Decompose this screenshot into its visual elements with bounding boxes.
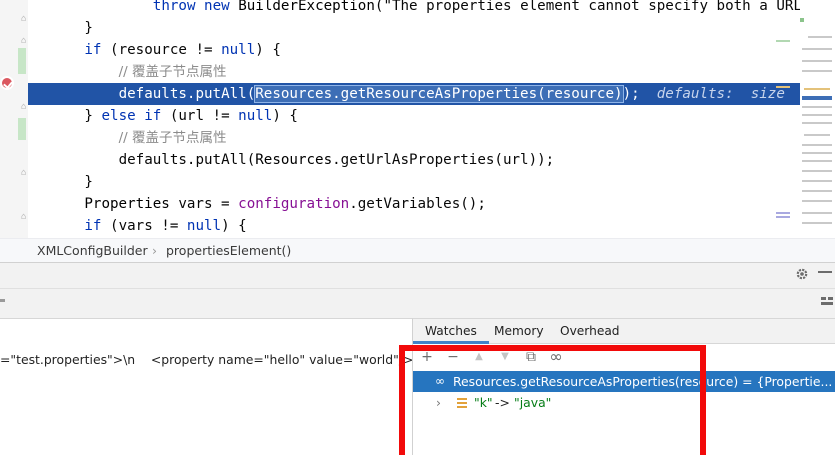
annotation-highlight-box [399,345,706,455]
xml-value-text: ="test.properties">\n <property name="he… [0,352,442,367]
stripe-mark [804,88,830,90]
code-token: ) { [272,108,298,124]
code-token: null [186,218,222,234]
stripe-mark [802,48,832,50]
code-token: "The properties element cannot specify b… [383,0,802,14]
error-stripe[interactable] [800,0,835,238]
stripe-mark [802,96,832,100]
resize-handle[interactable] [0,299,5,302]
code-token: defaults: size [656,86,785,102]
usage-mark [776,212,790,214]
code-line[interactable]: } [28,17,835,39]
code-token: Resources [255,152,333,168]
stripe-mark [802,122,832,124]
code-token: if [84,218,102,234]
tab-overhead[interactable]: Overhead [548,319,632,344]
stripe-mark [802,152,832,154]
variables-console-panel[interactable]: ="test.properties">\n <property name="he… [0,318,441,455]
stripe-mark [802,160,832,162]
stripe-mark [802,200,832,202]
stripe-mark [802,114,832,116]
minimize-icon[interactable] [818,271,832,273]
code-token: .getVariables(); [349,196,486,212]
code-token: } [84,20,93,36]
code-token: if [84,42,102,58]
debug-tool-window-header [0,262,835,288]
stripe-mark [802,60,832,62]
stripe-mark [802,190,832,192]
code-token: null [221,42,256,58]
breadcrumb-separator: › [152,243,157,258]
debug-toolbar [0,288,835,318]
stripe-mark [802,222,832,224]
change-marker [18,48,26,74]
stripe-mark [802,180,832,182]
code-token: // 覆盖子节点属性 [118,130,227,146]
code-token: throw new [152,0,239,14]
code-token: (resource != [101,42,222,58]
change-marker [18,118,26,140]
code-token: ) { [255,42,281,58]
code-token: Resources.getResourceAsProperties(resour… [254,85,624,103]
stripe-mark [802,170,832,172]
code-line[interactable]: } else if (url != null) { [28,105,835,127]
code-token: BuilderException [238,0,375,14]
code-token: else if [101,108,162,124]
code-line[interactable]: } [28,171,835,193]
code-token: .getUrlAsProperties(url)); [332,152,555,168]
stripe-mark [804,134,830,136]
usage-mark [776,86,790,88]
stripe-mark [802,212,832,214]
code-editor[interactable]: ⌂ ⌂ ⌂ ⌂ ⌂ throw new BuilderException("Th… [0,0,835,238]
code-token: } [84,108,102,124]
watch-tab-bar: Watches Memory Overhead [413,319,835,344]
editor-gutter[interactable]: ⌂ ⌂ ⌂ ⌂ ⌂ [0,0,28,238]
code-line-current[interactable]: defaults.putAll(Resources.getResourceAsP… [28,83,835,105]
usage-mark [776,216,790,218]
code-token: ) { [221,218,247,234]
code-token: } [84,174,93,190]
code-line[interactable]: defaults.putAll(Resources.getUrlAsProper… [28,149,835,171]
code-token: null [238,108,273,124]
tab-watches[interactable]: Watches [413,319,489,344]
tab-memory[interactable]: Memory [482,319,556,344]
code-token: ); [622,86,657,102]
code-token: (url != [161,108,239,124]
code-line[interactable]: // 覆盖子节点属性 [28,61,835,83]
code-line[interactable]: if (vars != null) { [28,215,835,237]
code-token: defaults.putAll( [118,86,256,102]
stripe-mark [802,106,832,108]
code-token: // 覆盖子节点属性 [118,64,227,80]
layout-icon[interactable] [820,295,834,309]
stripe-mark [802,70,832,72]
code-line[interactable]: Properties vars = configuration.getVaria… [28,193,835,215]
change-mark [776,40,790,42]
breadcrumb-method[interactable]: propertiesElement() [166,239,291,262]
code-token: (vars != [101,218,187,234]
stripe-mark [802,144,832,146]
code-token: Properties [84,196,170,212]
code-line[interactable]: if (resource != null) { [28,39,835,61]
code-token: defaults.putAll( [118,152,256,168]
code-line[interactable]: throw new BuilderException("The properti… [28,0,835,17]
breakpoint-icon[interactable] [0,76,14,90]
code-line[interactable]: // 覆盖子节点属性 [28,127,835,149]
breadcrumb-class[interactable]: XMLConfigBuilder [37,239,148,262]
code-token: vars = [169,196,239,212]
code-token: configuration [238,196,350,212]
breadcrumb: XMLConfigBuilder › propertiesElement() [0,238,835,262]
stripe-mark [800,18,804,22]
stripe-mark [808,36,832,38]
gear-icon[interactable] [795,267,809,281]
